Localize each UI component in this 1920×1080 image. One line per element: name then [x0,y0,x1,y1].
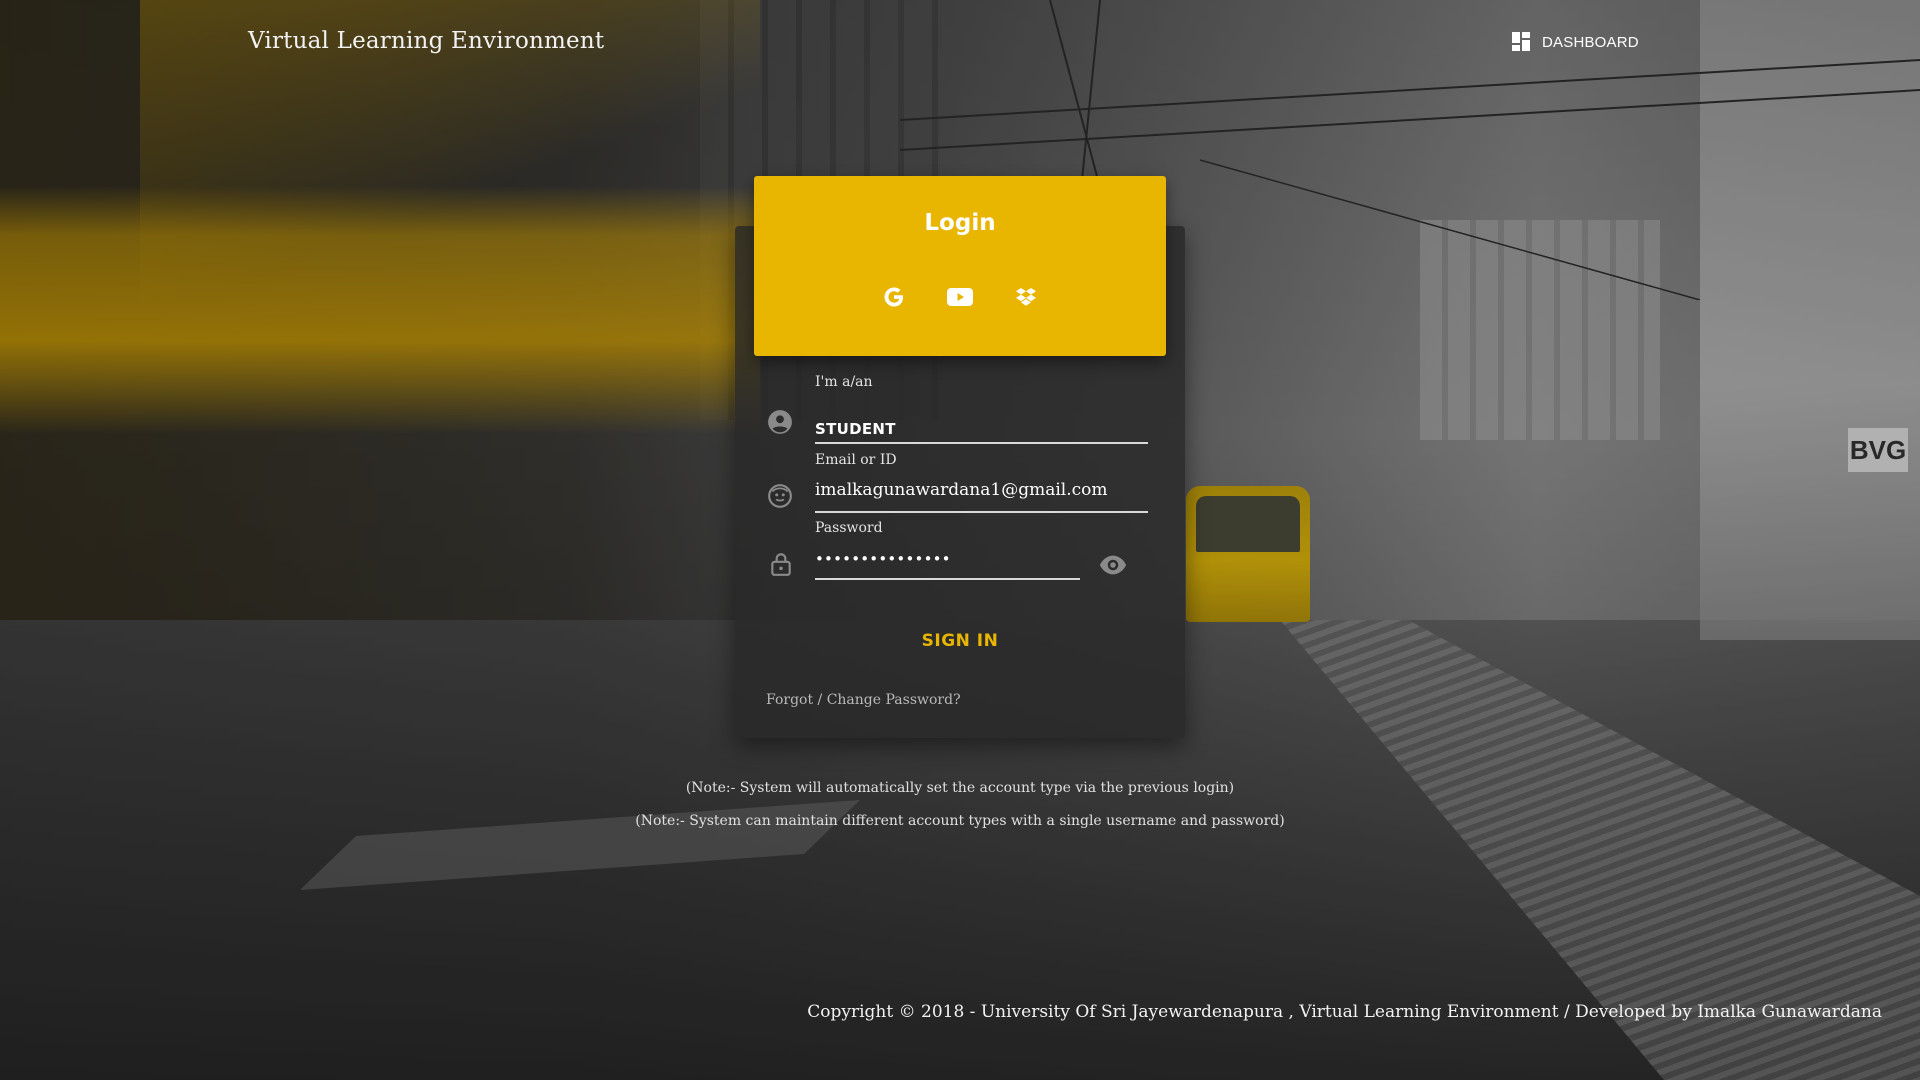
social-login-row [754,284,1166,310]
background-building-right [1420,220,1660,440]
google-icon [884,287,903,307]
login-title: Login [924,210,996,236]
forgot-password-link[interactable]: Forgot / Change Password? [766,692,961,708]
email-label: Email or ID [815,452,897,468]
eye-icon[interactable] [1098,550,1128,580]
dropbox-icon [1016,288,1036,306]
role-label: I'm a/an [815,374,873,390]
background-kiosk [1700,0,1920,640]
dashboard-icon [1512,32,1532,52]
copyright-footer: Copyright © 2018 - University Of Sri Jay… [807,1002,1882,1022]
sign-in-button[interactable]: SIGN IN [880,626,1040,656]
youtube-icon [947,288,973,306]
email-field[interactable]: imalkagunawardana1@gmail.com [815,480,1108,500]
lock-icon [771,553,791,576]
dropbox-login-button[interactable] [1013,284,1039,310]
password-field[interactable]: ••••••••••••••• [815,550,951,568]
email-underline [815,511,1148,513]
login-page: BVG Virtual Learning Environment DASHBOA… [0,0,1920,1080]
youtube-login-button[interactable] [947,284,973,310]
note-multiple-accounts: (Note:- System can maintain different ac… [635,813,1285,829]
background-tram-blur [0,0,760,620]
role-select[interactable]: STUDENT [815,420,896,438]
background-tram [1186,486,1310,622]
role-underline [815,442,1148,444]
brand-title[interactable]: Virtual Learning Environment [248,28,604,54]
dashboard-label: DASHBOARD [1542,33,1639,51]
note-account-type: (Note:- System will automatically set th… [685,780,1235,796]
dashboard-link[interactable]: DASHBOARD [1512,32,1639,52]
background-bvg-sign: BVG [1848,428,1908,472]
account-circle-icon [768,410,792,434]
face-icon [768,484,792,508]
google-login-button[interactable] [881,284,907,310]
password-label: Password [815,520,883,536]
login-card-header: Login [754,176,1166,356]
password-underline [815,578,1080,580]
background-tram-window [1196,496,1300,552]
